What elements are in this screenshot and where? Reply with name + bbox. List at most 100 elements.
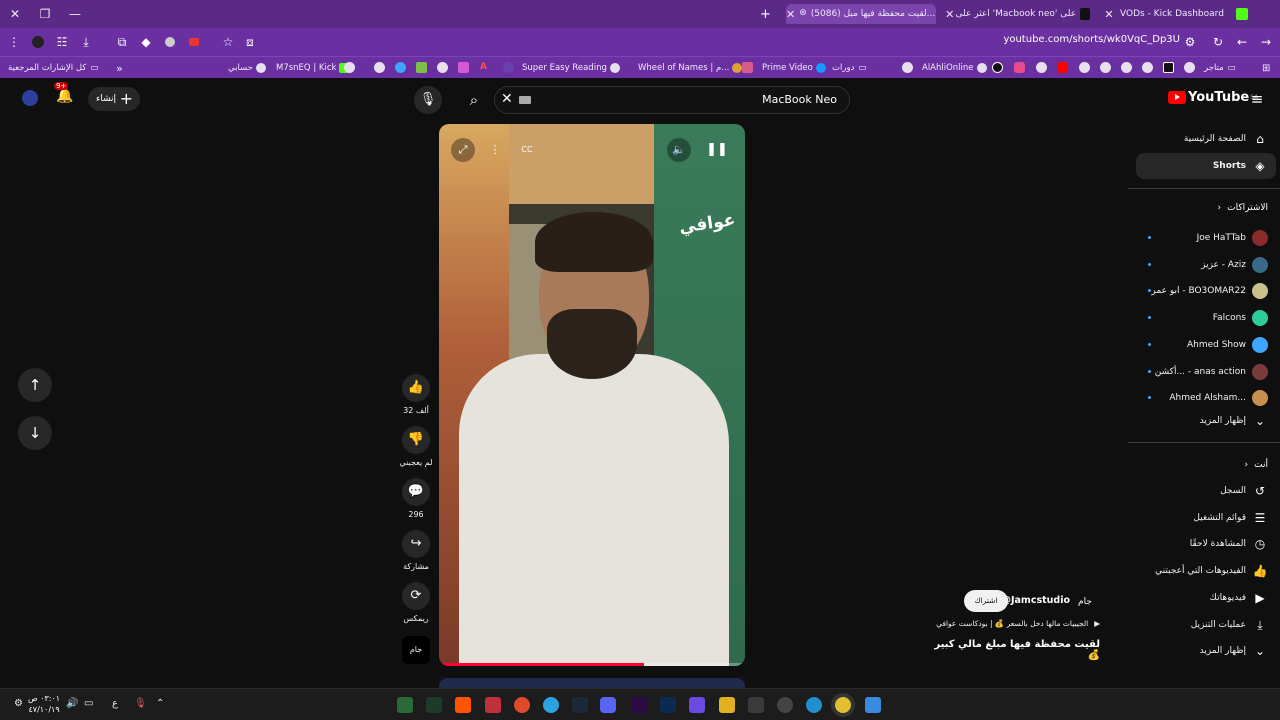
sidebar-item-you[interactable]: السجل ↺: [1136, 478, 1276, 504]
close-window-icon[interactable]: ✕: [0, 0, 30, 28]
previous-short-button[interactable]: ↑: [18, 368, 52, 402]
bookmark-icon[interactable]: [1100, 62, 1111, 73]
volume-tray-icon[interactable]: 🔊: [66, 698, 78, 709]
subscribe-button[interactable]: اشتراك: [964, 590, 1008, 612]
notifications-bell-icon[interactable]: 🔔 9+: [54, 82, 73, 104]
tune-icon[interactable]: ☷: [52, 32, 72, 52]
download-icon[interactable]: ⤓: [76, 32, 96, 52]
remix-icon[interactable]: ⟳: [402, 582, 430, 610]
sidebar-subscription[interactable]: Joe HaTTab: [1136, 225, 1276, 251]
account-avatar[interactable]: [22, 90, 38, 106]
bookmark-icon[interactable]: [503, 62, 514, 73]
reload-icon[interactable]: ↻: [1208, 32, 1228, 52]
forward-icon[interactable]: →: [1256, 32, 1276, 52]
chrome-app-icon[interactable]: [835, 697, 851, 713]
tab-kick-dashboard[interactable]: ✕ VODs - Kick Dashboard: [1102, 4, 1252, 24]
minimize-window-icon[interactable]: —: [60, 0, 90, 28]
network-tray-icon[interactable]: ▭: [84, 698, 93, 709]
pause-icon[interactable]: ❚❚: [705, 138, 729, 162]
dislike-action[interactable]: 👎 لم يعجبني: [396, 426, 436, 467]
extension-diamond-icon[interactable]: ◆: [136, 32, 156, 52]
search-box[interactable]: ✕ MacBook Neo: [494, 86, 850, 114]
clear-search-icon[interactable]: ✕: [501, 91, 513, 107]
bookmark-kick[interactable]: M7snEQ | Kick: [276, 61, 350, 75]
keyboard-icon[interactable]: [519, 96, 531, 104]
bookmark-icon[interactable]: [1142, 62, 1153, 73]
address-bar[interactable]: youtube.com/shorts/wk0VqC_Dp3U: [1000, 34, 1180, 50]
bookmark-all[interactable]: كل الإشارات المرجعية ▭: [8, 61, 98, 75]
edge-app-icon[interactable]: [806, 697, 822, 713]
bookmark-wheel-of-names[interactable]: Wheel of Names | م...: [638, 61, 743, 75]
premiere-app-icon[interactable]: [631, 697, 647, 713]
steam-app-icon[interactable]: [572, 697, 588, 713]
site-settings-icon[interactable]: ⚙: [1180, 32, 1200, 52]
short-video-player[interactable]: عوافي ⤢ ⋮ CC 🔈 ❚❚: [439, 124, 745, 666]
next-short-button[interactable]: ↓: [18, 416, 52, 450]
tab-tiktok-search[interactable]: ✕ اعثر على 'Macbook neo' على: [944, 4, 1094, 24]
short-tagline[interactable]: ▶ الجيبيات مالها دخل بالسعر 💰 | بودكاست ع…: [930, 619, 1100, 628]
app-icon[interactable]: [689, 697, 705, 713]
sidebar-subscription[interactable]: أكشن... - anas action: [1136, 359, 1276, 385]
bookmark-super-easy-reading[interactable]: Super Easy Reading: [522, 61, 620, 75]
bookmark-icon[interactable]: [742, 62, 753, 73]
share-icon[interactable]: ↪: [402, 530, 430, 558]
remix-action[interactable]: ⟳ ريمكس: [396, 582, 436, 623]
telegram-app-icon[interactable]: [543, 697, 559, 713]
bookmark-icon[interactable]: [992, 62, 1003, 73]
bookmark-icon[interactable]: [437, 62, 448, 73]
sidebar-item-home[interactable]: الصفحة الرئيسية ⌂: [1136, 126, 1276, 152]
captions-icon[interactable]: CC: [515, 138, 539, 162]
youtube-logo[interactable]: YouTube SA: [1168, 90, 1258, 105]
new-tab-button[interactable]: +: [760, 4, 776, 24]
extension-grey-icon[interactable]: [160, 32, 180, 52]
bookmark-icon[interactable]: [1121, 62, 1132, 73]
next-short-preview[interactable]: [439, 678, 745, 688]
bookmark-icon[interactable]: [1014, 62, 1025, 73]
bookmark-icon[interactable]: [1163, 62, 1174, 73]
more-options-icon[interactable]: ⋮: [483, 138, 507, 162]
bookmark-account[interactable]: حسابي: [228, 61, 266, 75]
sidebar-item-you[interactable]: الفيديوهات التي أعجبتني 👍: [1136, 558, 1276, 584]
dislike-icon[interactable]: 👎: [402, 426, 430, 454]
channel-avatar-small[interactable]: جام: [402, 636, 430, 664]
clock[interactable]: ٠٣:٠١ ص ٤٧/١٠/١٩: [28, 693, 60, 715]
bookmark-icon[interactable]: [344, 62, 355, 73]
subscriptions-header[interactable]: › الاشتراكات: [1136, 197, 1276, 219]
sidebar-item-you[interactable]: إظهار المزيد ⌄: [1136, 638, 1276, 664]
app-icon[interactable]: [777, 697, 793, 713]
tab-close-icon[interactable]: ✕: [786, 8, 795, 21]
sidebar-item-you[interactable]: فيديوهاتك ▶: [1136, 585, 1276, 611]
photoshop-app-icon[interactable]: [660, 697, 676, 713]
voice-search-mic-icon[interactable]: 🎙: [414, 86, 442, 114]
bookmark-icon[interactable]: [416, 62, 427, 73]
comments-action[interactable]: 💬 296: [396, 478, 436, 519]
bookmark-icon[interactable]: [458, 62, 469, 73]
tab-youtube-short[interactable]: ✕ ⊛ (5086) لقيت محفظة فيها مبل...: [786, 4, 936, 24]
bookmark-alahli[interactable]: AlAhliOnline: [922, 61, 987, 75]
store-app-icon[interactable]: [748, 697, 764, 713]
bookmark-icon[interactable]: [1184, 62, 1195, 73]
show-hidden-icons-icon[interactable]: ⌃: [156, 698, 164, 709]
sidebar-item-you[interactable]: قوائم التشغيل ☰: [1136, 505, 1276, 531]
input-language[interactable]: ع: [112, 698, 118, 709]
tab-close-icon[interactable]: ✕: [944, 8, 956, 21]
bookmark-stores[interactable]: متاجر ▭: [1204, 61, 1236, 75]
sidebar-subscription[interactable]: Falcons: [1136, 305, 1276, 331]
bookmark-icon[interactable]: [902, 62, 913, 73]
search-icon[interactable]: ⌕: [456, 86, 492, 114]
bookmark-icon[interactable]: A: [480, 62, 491, 73]
share-action[interactable]: ↪ مشاركة: [396, 530, 436, 571]
bookmark-icon[interactable]: [1036, 62, 1047, 73]
you-header[interactable]: › أنت: [1136, 454, 1276, 476]
brave-lion-icon[interactable]: [28, 32, 48, 52]
tab-close-icon[interactable]: ✕: [1102, 8, 1116, 21]
page-action-icon[interactable]: ⧈: [240, 32, 260, 52]
apps-grid-icon[interactable]: ⊞: [1262, 61, 1270, 75]
sidebar-item-you[interactable]: عمليات التنزيل ⤓: [1136, 612, 1276, 638]
restore-window-icon[interactable]: ❐: [30, 0, 60, 28]
subscriptions-show-more[interactable]: إظهار المزيد ⌄: [1136, 408, 1276, 434]
sidebar-subscription[interactable]: ابو عمر - BO3OMAR22: [1136, 278, 1276, 304]
create-button[interactable]: إنشاء +: [88, 87, 140, 111]
extension-red-icon[interactable]: [184, 32, 204, 52]
bookmark-icon[interactable]: [374, 62, 385, 73]
